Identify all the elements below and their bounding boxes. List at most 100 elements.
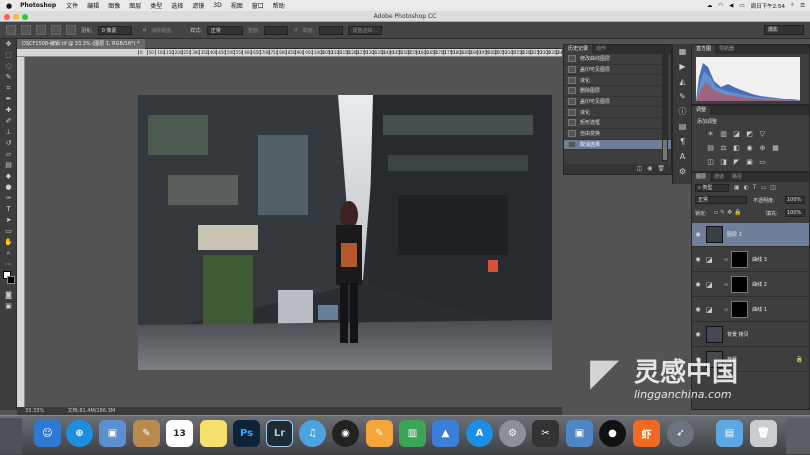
calendar-icon[interactable]: 13	[166, 420, 193, 447]
layer-row[interactable]: ◉ ◪ ∞ 曲线 1	[692, 298, 809, 322]
pixel-filter-icon[interactable]: ▣	[734, 184, 740, 191]
intersect-selection-icon[interactable]	[66, 25, 76, 35]
color-lookup-icon[interactable]: ▦	[771, 144, 780, 152]
wifi-icon[interactable]: ◠	[718, 3, 723, 9]
history-scroll-thumb[interactable]	[663, 140, 667, 160]
info-icon[interactable]: ⓘ	[673, 104, 692, 119]
layer-row[interactable]: ◉ 背景 拷贝	[692, 323, 809, 347]
layer-mask-thumbnail[interactable]	[731, 251, 749, 268]
chain-link-icon[interactable]: ∞	[724, 282, 728, 288]
width-input[interactable]	[264, 25, 289, 35]
safari-icon[interactable]: ⊕	[66, 420, 93, 447]
smart-filter-icon[interactable]: ◫	[770, 184, 776, 191]
menu-type[interactable]: 类型	[150, 1, 162, 10]
menu-image[interactable]: 图像	[108, 1, 120, 10]
color-balance-icon[interactable]: ⚖	[719, 144, 728, 152]
layer-name[interactable]: 图层 1	[727, 231, 742, 238]
invert-icon[interactable]: ◫	[706, 158, 715, 166]
history-item[interactable]: 取消选择	[564, 139, 671, 151]
lightroom-icon[interactable]: Lr	[266, 420, 293, 447]
marquee-preset-icon[interactable]	[6, 25, 16, 35]
document-tab[interactable]: DSCF1508-编辑.tif @ 33.3% (图层 1, RGB/16*) …	[17, 39, 145, 49]
character-icon[interactable]: A	[673, 149, 692, 164]
menu-window[interactable]: 窗口	[252, 1, 264, 10]
menu-select[interactable]: 选择	[171, 1, 183, 10]
clock[interactable]: 周日下午2:54	[751, 2, 785, 10]
menu-view[interactable]: 视图	[231, 1, 243, 10]
dvd-player-icon[interactable]: ◉	[332, 420, 359, 447]
history-item[interactable]: 液化	[564, 107, 671, 119]
shape-filter-icon[interactable]: ▭	[761, 184, 767, 191]
background-color-swatch[interactable]	[7, 276, 15, 284]
paragraph-icon[interactable]: ¶	[673, 134, 692, 149]
layer-mask-thumbnail[interactable]	[731, 276, 749, 293]
history-item[interactable]: 液化	[564, 75, 671, 87]
antialias-checkbox-icon[interactable]: ▫	[143, 27, 146, 33]
blend-mode-select[interactable]: 正常	[695, 196, 747, 204]
marquee-tool-icon[interactable]: ⬚	[0, 50, 17, 61]
black-white-icon[interactable]: ◧	[732, 144, 741, 152]
hue-saturation-icon[interactable]: ▤	[706, 144, 715, 152]
app-store-icon[interactable]: A	[466, 420, 493, 447]
opacity-input[interactable]: 100%	[785, 196, 805, 204]
workspace-select[interactable]: 摄影	[764, 25, 804, 35]
brightness-icon[interactable]: ☀	[706, 130, 715, 138]
shape-tool-icon[interactable]: ▭	[0, 226, 17, 237]
apple-icon[interactable]: ●	[6, 2, 12, 10]
visibility-eye-icon[interactable]: ◉	[692, 281, 704, 288]
quick-mask-icon[interactable]: ◙	[0, 290, 17, 301]
preview-icon[interactable]: ▣	[99, 420, 126, 447]
stamp-tool-icon[interactable]: ⊥	[0, 127, 17, 138]
history-item[interactable]: 矩形选框	[564, 118, 671, 129]
lasso-tool-icon[interactable]: ◌	[0, 61, 17, 72]
tab-navigator[interactable]: 导航器	[715, 45, 738, 54]
layer-name[interactable]: 背景 拷贝	[727, 331, 749, 338]
history-item[interactable]: 修改曲线图层	[564, 54, 671, 65]
minimize-window-button[interactable]	[13, 13, 19, 20]
downloads-folder-icon[interactable]: ▤	[716, 420, 743, 447]
tab-paths[interactable]: 路径	[728, 173, 746, 182]
tab-histogram[interactable]: 直方图	[692, 45, 716, 54]
blur-tool-icon[interactable]: ◆	[0, 171, 17, 182]
visibility-eye-icon[interactable]: ◉	[692, 331, 704, 338]
itunes-icon[interactable]: ♫	[299, 420, 326, 447]
path-select-tool-icon[interactable]: ➤	[0, 215, 17, 226]
vibrance-icon[interactable]: ▽	[758, 130, 767, 138]
add-selection-icon[interactable]	[36, 25, 46, 35]
zoom-tool-icon[interactable]: ⌕	[0, 248, 17, 259]
new-snapshot-icon[interactable]: ◫	[636, 164, 642, 174]
selective-color-icon[interactable]: ▣	[745, 158, 754, 166]
layer-mask-thumbnail[interactable]	[731, 301, 749, 318]
channel-mixer-icon[interactable]: ⊕	[758, 144, 767, 152]
photo-filter-icon[interactable]: ◉	[745, 144, 754, 152]
creative-cloud-icon[interactable]: ☁	[707, 3, 713, 9]
layer-row[interactable]: ◉ 图层 1	[692, 223, 809, 247]
new-selection-icon[interactable]	[21, 25, 31, 35]
visibility-eye-icon[interactable]: ◉	[692, 306, 704, 313]
pages-icon[interactable]: ✎	[366, 420, 393, 447]
app-menu[interactable]: Photoshop	[20, 2, 56, 9]
brush-preset-icon[interactable]: ✎	[673, 89, 692, 104]
camera-icon[interactable]: ◉	[647, 164, 652, 174]
style-select[interactable]: 正常	[206, 25, 243, 35]
feather-input[interactable]: 0 像素	[97, 25, 132, 35]
layer-name[interactable]: 曲线 1	[752, 306, 767, 313]
play-action-icon[interactable]: ▶	[673, 59, 692, 74]
brush-tool-icon[interactable]: ✐	[0, 116, 17, 127]
curves-icon[interactable]: ◪	[732, 130, 741, 138]
height-input[interactable]	[319, 25, 344, 35]
layer-row[interactable]: ◉ ◪ ∞ 曲线 2	[692, 273, 809, 297]
swap-icon[interactable]: ⇄	[293, 27, 297, 33]
history-item[interactable]: 盖印可见图层	[564, 97, 671, 108]
type-tool-icon[interactable]: T	[0, 204, 17, 215]
posterize-icon[interactable]: ◨	[719, 158, 728, 166]
dodge-tool-icon[interactable]: ●	[0, 182, 17, 193]
menu-file[interactable]: 文件	[66, 1, 78, 10]
stickies-icon[interactable]	[200, 420, 227, 447]
adjustment-filter-icon[interactable]: ◐	[744, 184, 749, 191]
chain-link-icon[interactable]: ∞	[724, 257, 728, 263]
trash-icon[interactable]: 🗑	[750, 420, 777, 447]
iphoto-icon[interactable]: ▣	[566, 420, 593, 447]
exposure-icon[interactable]: ◩	[745, 130, 754, 138]
photoshop-icon[interactable]: Ps	[233, 420, 260, 447]
